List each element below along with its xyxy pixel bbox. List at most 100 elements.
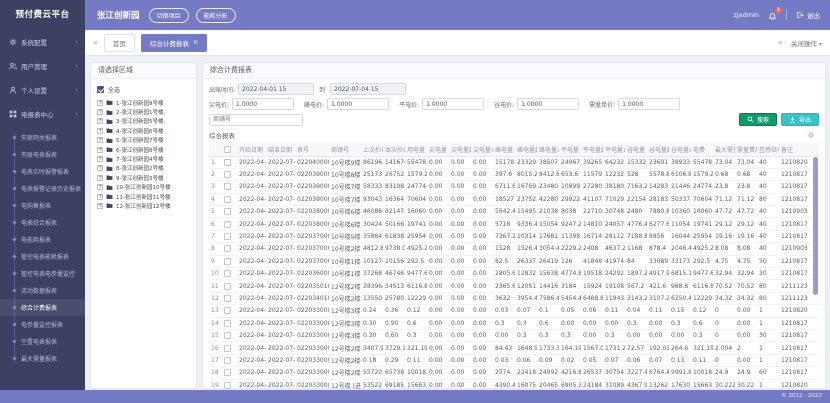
sidebar-item[interactable]: 电表综合报表 bbox=[0, 214, 85, 231]
tree-node[interactable]: +7-张江创新园4号楼 bbox=[97, 154, 192, 163]
row-checkbox[interactable] bbox=[224, 345, 231, 352]
expander-plus-icon[interactable]: + bbox=[97, 203, 103, 209]
expander-plus-icon[interactable]: + bbox=[97, 128, 103, 134]
row-checkbox[interactable] bbox=[224, 270, 231, 277]
tree-node[interactable]: +6-张江创新园8号楼 bbox=[97, 145, 192, 154]
switch-project-button[interactable]: 切换项目 bbox=[149, 8, 189, 23]
column-header[interactable]: 谷电量 bbox=[625, 143, 647, 156]
sidebar-item[interactable]: 电表报警记录历史报表 bbox=[0, 180, 85, 197]
sidebar-item[interactable]: 电表实时报警报表 bbox=[0, 163, 85, 180]
export-button[interactable]: 导出 bbox=[781, 113, 819, 126]
sidebar-item[interactable]: 电能耗报表 bbox=[0, 231, 85, 248]
sidebar-item[interactable]: 综合计费报表 bbox=[0, 299, 85, 316]
sidebar-item[interactable]: 电购售报表 bbox=[0, 197, 85, 214]
close-operations-dropdown[interactable]: 关闭操作 ▾ bbox=[791, 38, 822, 48]
sidebar-item[interactable]: 最大需量报表 bbox=[0, 350, 85, 367]
shop-number-input[interactable] bbox=[209, 114, 303, 126]
column-header[interactable]: 谷电量止 bbox=[669, 143, 691, 156]
expander-plus-icon[interactable]: + bbox=[97, 175, 103, 181]
column-header[interactable]: 谷电量起 bbox=[647, 143, 669, 156]
time-from-input[interactable] bbox=[238, 83, 314, 95]
tree-node[interactable]: +8-张江创新园2号楼 bbox=[97, 164, 192, 173]
sidebar-item-user-management[interactable]: 用户管理 ‹ bbox=[0, 54, 85, 78]
row-checkbox[interactable] bbox=[224, 258, 231, 265]
column-header[interactable]: 用电量 bbox=[405, 143, 427, 156]
expander-plus-icon[interactable]: + bbox=[97, 109, 103, 115]
expand-tabs-icon[interactable]: » bbox=[778, 39, 783, 47]
logout-button[interactable]: 退出 bbox=[796, 10, 820, 20]
row-checkbox[interactable] bbox=[224, 245, 231, 252]
price-input-1[interactable] bbox=[327, 98, 389, 110]
column-header[interactable]: 互感倍率 bbox=[757, 143, 779, 156]
expander-plus-icon[interactable]: + bbox=[97, 137, 103, 143]
row-checkbox[interactable] bbox=[224, 357, 231, 364]
sidebar-item[interactable]: 管控电表电参量监控 bbox=[0, 265, 85, 282]
column-header[interactable]: 上次抄表 bbox=[361, 143, 383, 156]
expander-plus-icon[interactable]: + bbox=[97, 165, 103, 171]
notification-bell[interactable]: 1 bbox=[768, 11, 777, 20]
collapse-tabs-icon[interactable]: « bbox=[93, 39, 98, 47]
column-header[interactable]: 本次抄表 bbox=[383, 143, 405, 156]
tab-home[interactable]: 首页 bbox=[104, 34, 135, 52]
row-checkbox[interactable] bbox=[224, 382, 231, 389]
column-header[interactable]: 尖电量 bbox=[427, 143, 449, 156]
column-header[interactable]: 平电量起 bbox=[581, 143, 603, 156]
column-header[interactable]: 峰电量起 bbox=[515, 143, 537, 156]
column-header[interactable]: 开始日期 bbox=[237, 143, 266, 156]
row-checkbox[interactable] bbox=[224, 233, 231, 240]
expander-plus-icon[interactable]: + bbox=[97, 194, 103, 200]
row-checkbox[interactable] bbox=[224, 320, 231, 327]
row-checkbox[interactable] bbox=[224, 208, 231, 215]
column-header[interactable]: 备注 bbox=[779, 143, 819, 156]
column-header[interactable]: 尖电量止 bbox=[471, 143, 493, 156]
row-checkbox[interactable] bbox=[224, 183, 231, 190]
price-input-4[interactable] bbox=[618, 98, 680, 110]
expander-plus-icon[interactable]: + bbox=[97, 100, 103, 106]
column-header[interactable]: 电费 bbox=[691, 143, 713, 156]
row-checkbox[interactable] bbox=[224, 196, 231, 203]
tree-node[interactable]: +9-张江创新园3号楼 bbox=[97, 173, 192, 182]
sidebar-item-meter-report-center[interactable]: 电报表中心 ‹ bbox=[0, 102, 85, 126]
column-header[interactable]: 尖电量起 bbox=[449, 143, 471, 156]
tree-node[interactable]: +3-张江创新园5号楼 bbox=[97, 117, 192, 126]
column-header[interactable]: 平电量 bbox=[559, 143, 581, 156]
tree-node[interactable]: +2-张江创新园1号楼 bbox=[97, 107, 192, 116]
search-button[interactable]: 搜索 bbox=[739, 113, 777, 126]
row-checkbox[interactable] bbox=[224, 159, 231, 166]
sidebar-item[interactable]: 管控电表能耗报表 bbox=[0, 248, 85, 265]
sidebar-item-system-config[interactable]: 系统配置 ‹ bbox=[0, 30, 85, 54]
row-checkbox[interactable] bbox=[224, 221, 231, 228]
column-header[interactable]: 需量费用 bbox=[735, 143, 757, 156]
row-checkbox[interactable] bbox=[224, 171, 231, 178]
scrollbar-thumb[interactable] bbox=[813, 157, 818, 295]
row-checkbox[interactable] bbox=[224, 332, 231, 339]
price-input-3[interactable] bbox=[517, 98, 579, 110]
column-header[interactable]: 最大需量 bbox=[713, 143, 735, 156]
price-input-2[interactable] bbox=[422, 98, 484, 110]
tree-node[interactable]: +1-张江创新园9号楼 bbox=[97, 98, 192, 107]
column-header[interactable]: 峰电量止 bbox=[537, 143, 559, 156]
tree-node[interactable]: +11-张江创新园11号楼 bbox=[97, 192, 192, 201]
sidebar-item-personal-settings[interactable]: 个人设置 ‹ bbox=[0, 78, 85, 102]
select-all-checkbox[interactable] bbox=[97, 86, 104, 93]
sidebar-item[interactable]: 失联网关报表 bbox=[0, 129, 85, 146]
expander-plus-icon[interactable]: + bbox=[97, 118, 103, 124]
column-header[interactable]: 商铺号 bbox=[329, 143, 361, 156]
tree-node[interactable]: +4-张江创新园6号楼 bbox=[97, 126, 192, 135]
price-input-0[interactable] bbox=[232, 98, 294, 110]
energy-analysis-button[interactable]: 能耗分析 bbox=[196, 8, 236, 23]
tree-node[interactable]: +10-张江创新园10号楼 bbox=[97, 183, 192, 192]
column-header[interactable]: 峰电量 bbox=[493, 143, 515, 156]
column-header[interactable]: 表号 bbox=[295, 143, 329, 156]
tree-node[interactable]: +12-张江创新园12号楼 bbox=[97, 201, 192, 210]
column-settings-gear-icon[interactable] bbox=[807, 131, 815, 139]
sidebar-item[interactable]: 空置电表报表 bbox=[0, 333, 85, 350]
column-header[interactable]: 结束日期 bbox=[266, 143, 295, 156]
expander-plus-icon[interactable]: + bbox=[97, 184, 103, 190]
expander-plus-icon[interactable]: + bbox=[97, 156, 103, 162]
select-all-rows-checkbox[interactable] bbox=[224, 146, 231, 153]
sidebar-item[interactable]: 流动数据报表 bbox=[0, 282, 85, 299]
tab-billing-report[interactable]: 综合计费报表 × bbox=[141, 34, 207, 52]
sidebar-item[interactable]: 失联电表报表 bbox=[0, 146, 85, 163]
time-to-input[interactable] bbox=[330, 83, 406, 95]
